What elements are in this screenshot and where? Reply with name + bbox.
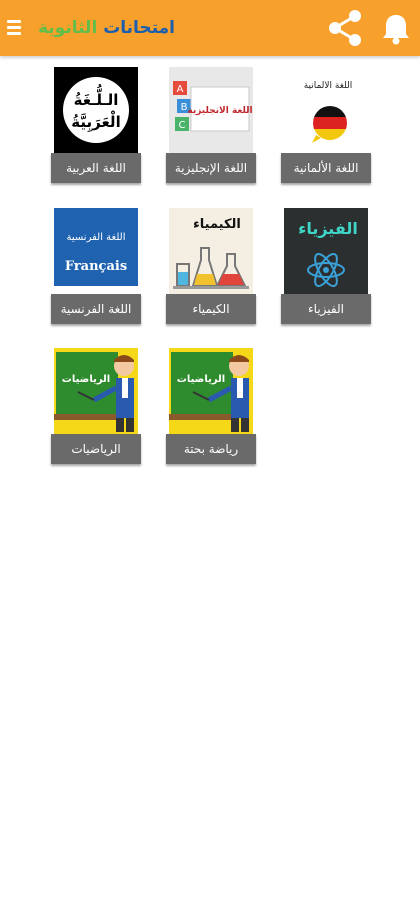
pure-math-thumb-text: الرياضيات xyxy=(177,374,225,385)
subject-label: الفيزياء xyxy=(281,294,371,324)
subject-tile-arabic[interactable]: الـلُّـغَةُ الْعَرَبِيَّةُ اللغة العربية xyxy=(51,67,141,183)
app-title-part1: امتحانات xyxy=(103,18,175,38)
subject-tile-german[interactable]: اللغة الالمانية اللغة الألمانية xyxy=(281,67,371,183)
subject-tile-french[interactable]: اللغة الفرنسية Français اللغة الفرنسية xyxy=(51,208,141,324)
app-title: امتحانات الثانوية xyxy=(38,14,268,42)
app-bar: امتحانات الثانوية xyxy=(0,0,420,56)
svg-text:C: C xyxy=(179,120,186,131)
svg-text:A: A xyxy=(177,84,184,95)
subject-label: الرياضيات xyxy=(51,434,141,464)
share-icon[interactable] xyxy=(326,8,364,48)
arabic-thumbnail: الـلُّـغَةُ الْعَرَبِيَّةُ xyxy=(54,67,138,153)
french-thumb-line1: اللغة الفرنسية xyxy=(67,232,126,243)
subject-tile-chemistry[interactable]: الكيمياء الكيمياء xyxy=(166,208,256,324)
chemistry-thumb-text: الكيمياء xyxy=(193,217,241,232)
english-thumbnail: A B C اللغة الانجليزية xyxy=(169,67,253,153)
physics-thumbnail: الفيزياء xyxy=(284,208,368,294)
subject-tile-mathematics[interactable]: الرياضيات الرياضيات xyxy=(51,348,141,464)
subject-label: اللغة العربية xyxy=(51,153,141,183)
subject-label: الكيمياء xyxy=(166,294,256,324)
subject-tile-english[interactable]: A B C اللغة الانجليزية اللغة الإنجليزية xyxy=(166,67,256,183)
english-thumb-text: اللغة الانجليزية xyxy=(187,106,252,116)
german-thumbnail: اللغة الالمانية xyxy=(284,67,368,153)
subject-label: اللغة الفرنسية xyxy=(51,294,141,324)
subject-label: اللغة الإنجليزية xyxy=(166,153,256,183)
app-title-part2: الثانوية xyxy=(38,18,98,38)
french-thumb-line2: Français xyxy=(65,259,127,274)
chemistry-thumbnail: الكيمياء xyxy=(169,208,253,294)
subject-label: رياضة بحتة xyxy=(166,434,256,464)
menu-icon[interactable] xyxy=(7,20,23,36)
physics-thumb-text: الفيزياء xyxy=(298,219,358,238)
math-thumb-text: الرياضيات xyxy=(62,374,110,385)
subject-label: اللغة الألمانية xyxy=(281,153,371,183)
german-thumb-text: اللغة الالمانية xyxy=(304,81,353,91)
pure-math-thumbnail: الرياضيات xyxy=(169,348,253,434)
mathematics-thumbnail: الرياضيات xyxy=(54,348,138,434)
french-thumbnail: اللغة الفرنسية Français xyxy=(54,208,138,294)
arabic-thumb-line2: الْعَرَبِيَّةُ xyxy=(71,110,120,133)
subject-tile-pure-math[interactable]: الرياضيات رياضة بحتة xyxy=(166,348,256,464)
subject-tile-physics[interactable]: الفيزياء الفيزياء xyxy=(281,208,371,324)
notifications-bell-icon[interactable] xyxy=(380,12,412,46)
